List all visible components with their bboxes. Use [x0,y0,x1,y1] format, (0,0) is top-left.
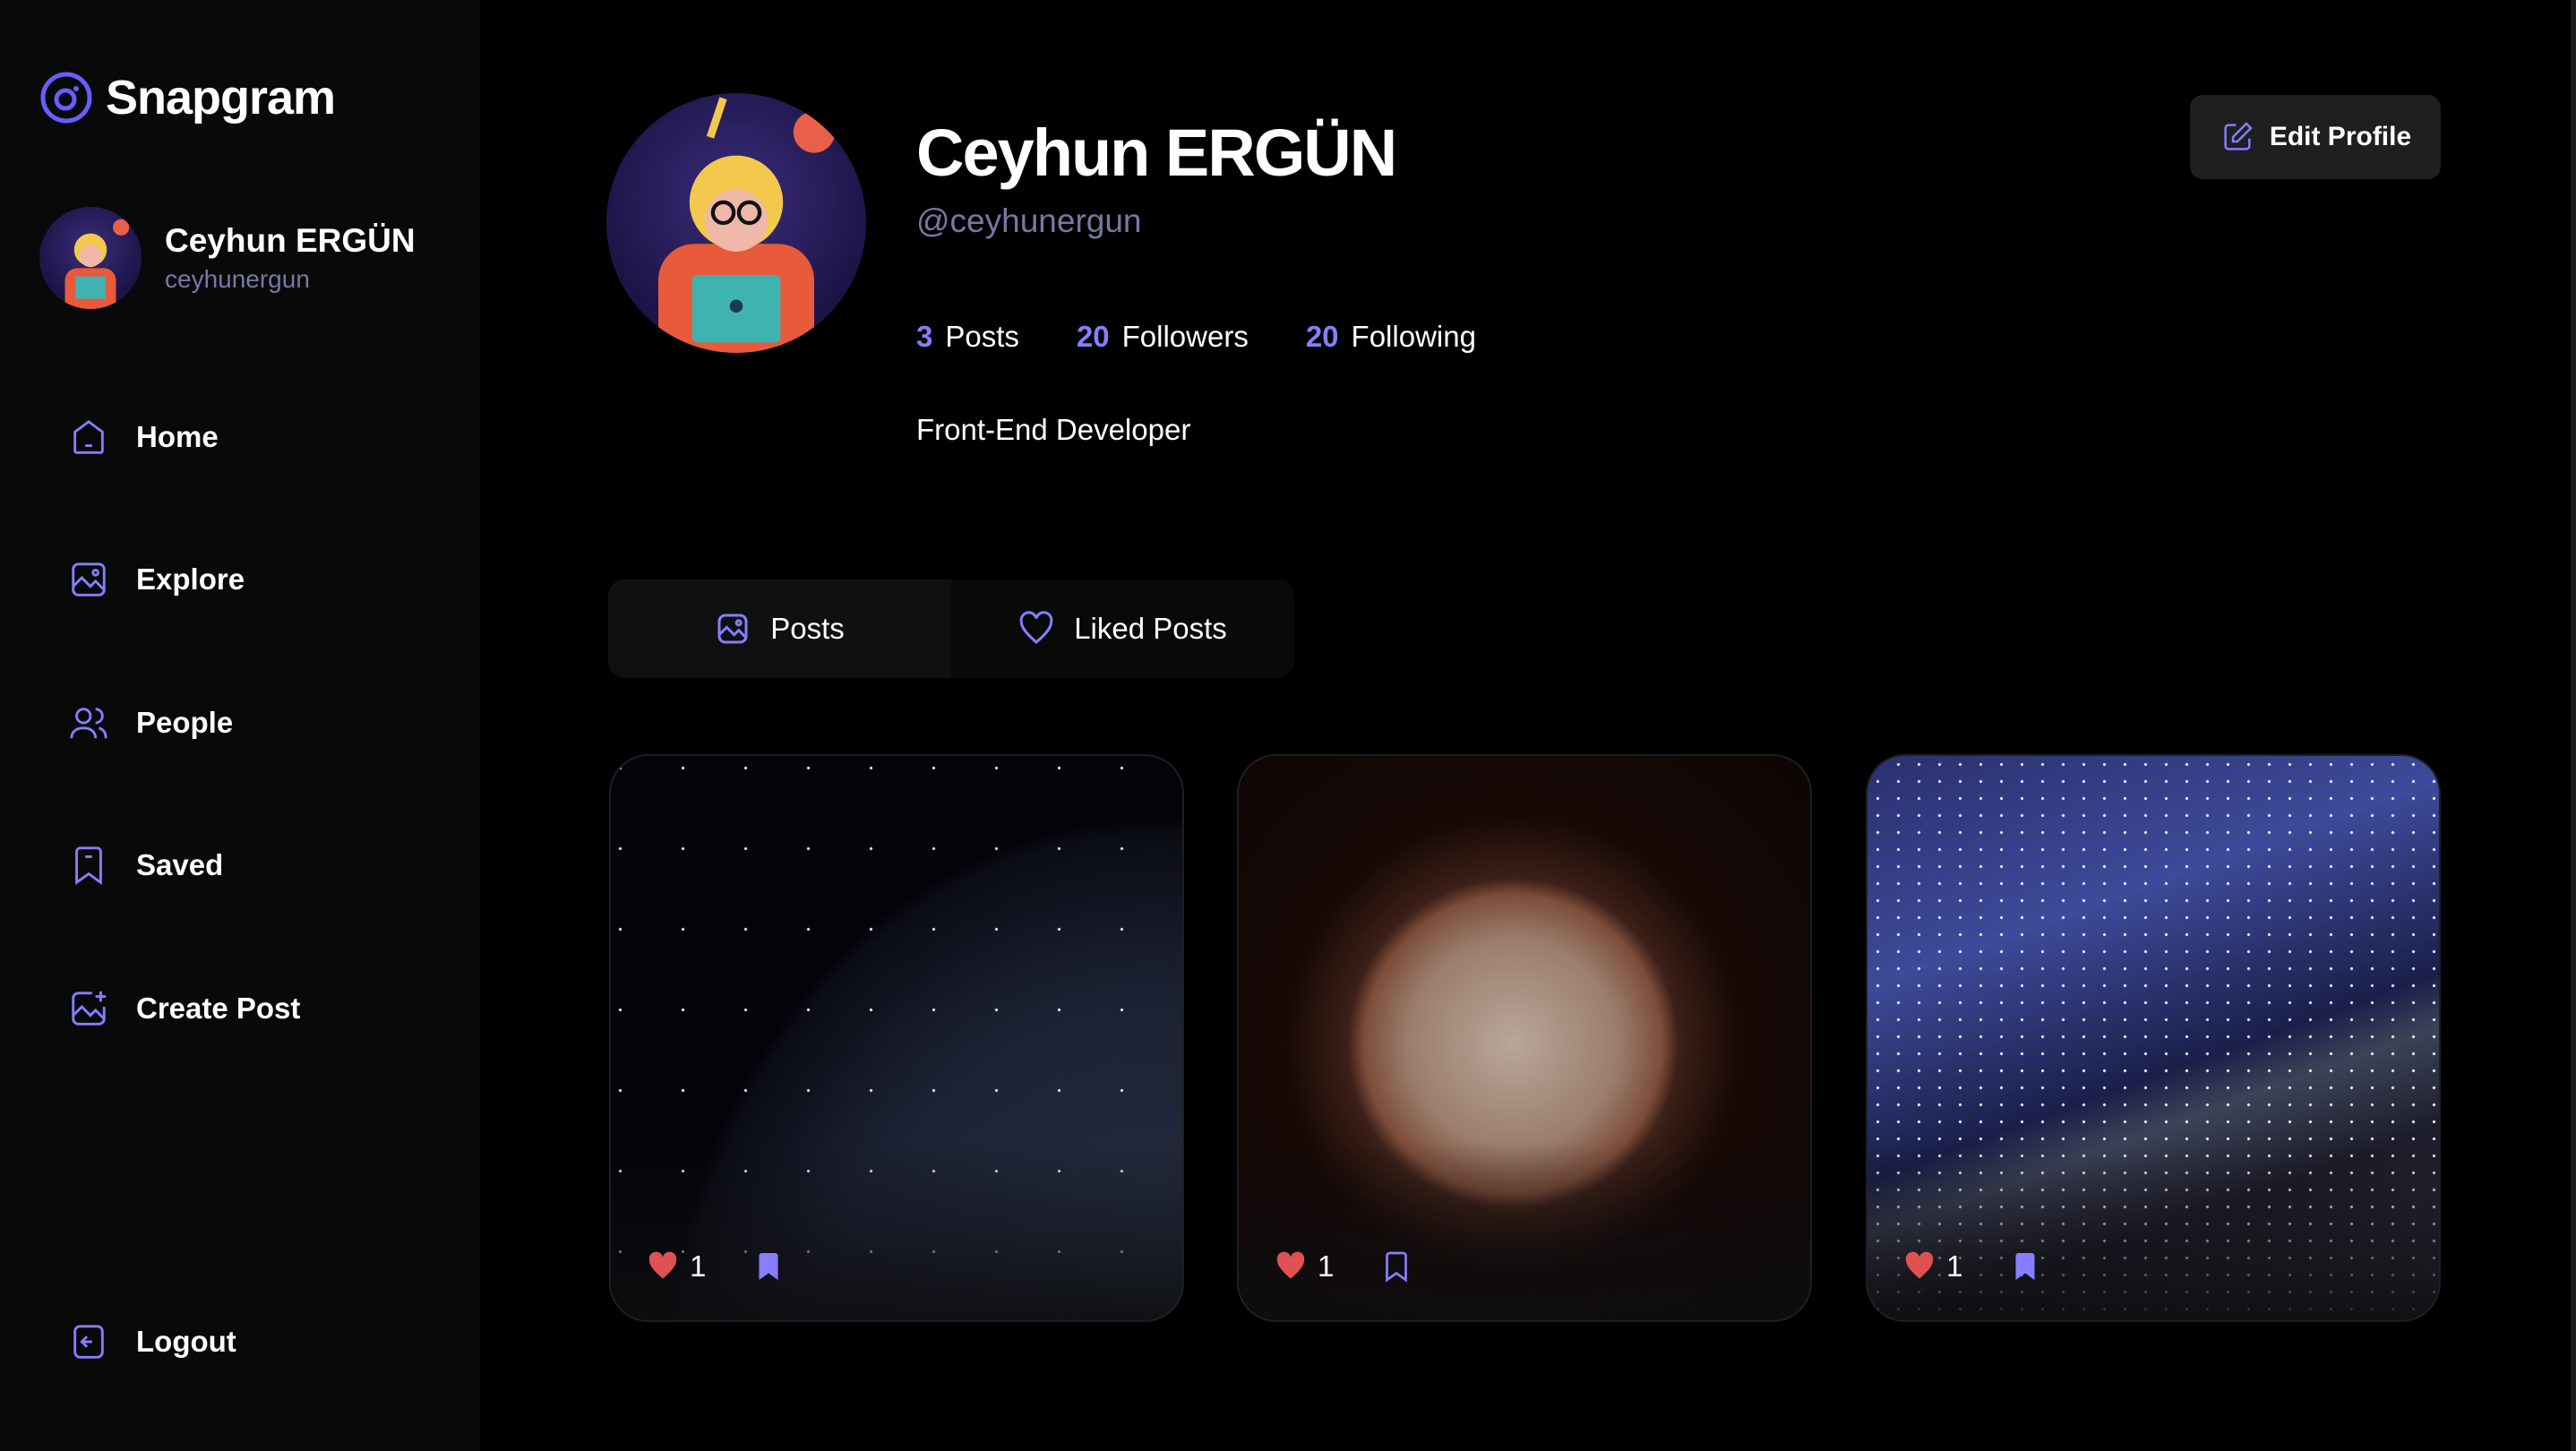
nav-label: Logout [136,1325,236,1358]
stat-label: Following [1351,320,1476,353]
nav-label: Home [136,420,219,453]
bookmark-filled-icon[interactable] [752,1249,785,1284]
stat-following[interactable]: 20 Following [1306,320,1476,354]
tab-liked-posts[interactable]: Liked Posts [951,580,1294,678]
edit-profile-label: Edit Profile [2269,122,2412,151]
sidebar-user[interactable]: Ceyhun ERGÜN ceyhunergun [39,207,416,309]
logo[interactable]: Snapgram [39,70,336,125]
post-card[interactable]: 1 [609,754,1184,1322]
people-icon [70,708,107,739]
nav-label: Saved [136,848,224,881]
like-count: 1 [1318,1249,1335,1283]
sidebar-user-handle: ceyhunergun [165,265,310,293]
app-name: Snapgram [106,71,336,124]
logout-icon [73,1325,104,1359]
profile-handle: @ceyhunergun [916,202,1142,239]
stat-value: 20 [1305,320,1339,353]
profile-stats: 3 Posts 20 Followers 20 Following [916,320,1476,354]
stat-followers[interactable]: 20 Followers [1077,320,1249,354]
heart-outline-icon [1019,611,1053,644]
tab-label: Posts [770,612,845,645]
tab-label: Liked Posts [1074,612,1227,645]
like-icon[interactable] [647,1250,679,1283]
home-icon [73,419,104,454]
logout-button[interactable]: Logout [68,1321,236,1362]
sidebar-item-explore[interactable]: Explore [68,559,245,600]
post-card[interactable]: 1 [1866,754,2441,1322]
bookmark-icon [75,846,102,885]
edit-profile-button[interactable]: Edit Profile [2190,95,2441,179]
logo-icon [40,72,92,124]
stat-value: 20 [1076,320,1110,353]
like-count: 1 [690,1249,707,1283]
sidebar-item-home[interactable]: Home [68,416,219,458]
tab-posts[interactable]: Posts [608,580,951,678]
sidebar-item-create-post[interactable]: Create Post [68,988,300,1029]
image-icon [717,614,748,644]
bookmark-outline-icon[interactable] [1380,1249,1413,1284]
stat-posts: 3 Posts [916,320,1019,354]
sidebar-item-people[interactable]: People [68,702,233,743]
stat-label: Followers [1121,320,1249,353]
edit-icon [2224,122,2253,150]
profile-avatar [606,93,866,353]
sidebar-item-saved[interactable]: Saved [68,845,223,886]
like-icon[interactable] [1275,1250,1307,1283]
profile-bio: Front-End Developer [916,413,1191,446]
post-card[interactable]: 1 [1237,754,1812,1322]
bookmark-filled-icon[interactable] [2009,1249,2041,1284]
stat-value: 3 [916,320,933,353]
nav-label: Explore [136,562,245,596]
scrollbar[interactable] [2571,0,2576,1451]
sidebar-user-name: Ceyhun ERGÜN [165,222,416,259]
sidebar: Snapgram Ceyhun ERGÜN ceyhunergun Home E… [0,0,480,1451]
profile-name: Ceyhun ERGÜN [916,116,1397,190]
stat-label: Posts [945,320,1019,353]
create-post-icon [72,991,107,1026]
like-icon[interactable] [1903,1250,1936,1283]
nav-label: Create Post [136,992,301,1025]
profile-tabs: Posts Liked Posts [608,580,1294,678]
like-count: 1 [1946,1249,1963,1283]
explore-icon [72,562,106,597]
avatar [39,207,142,309]
nav-label: People [136,706,234,739]
